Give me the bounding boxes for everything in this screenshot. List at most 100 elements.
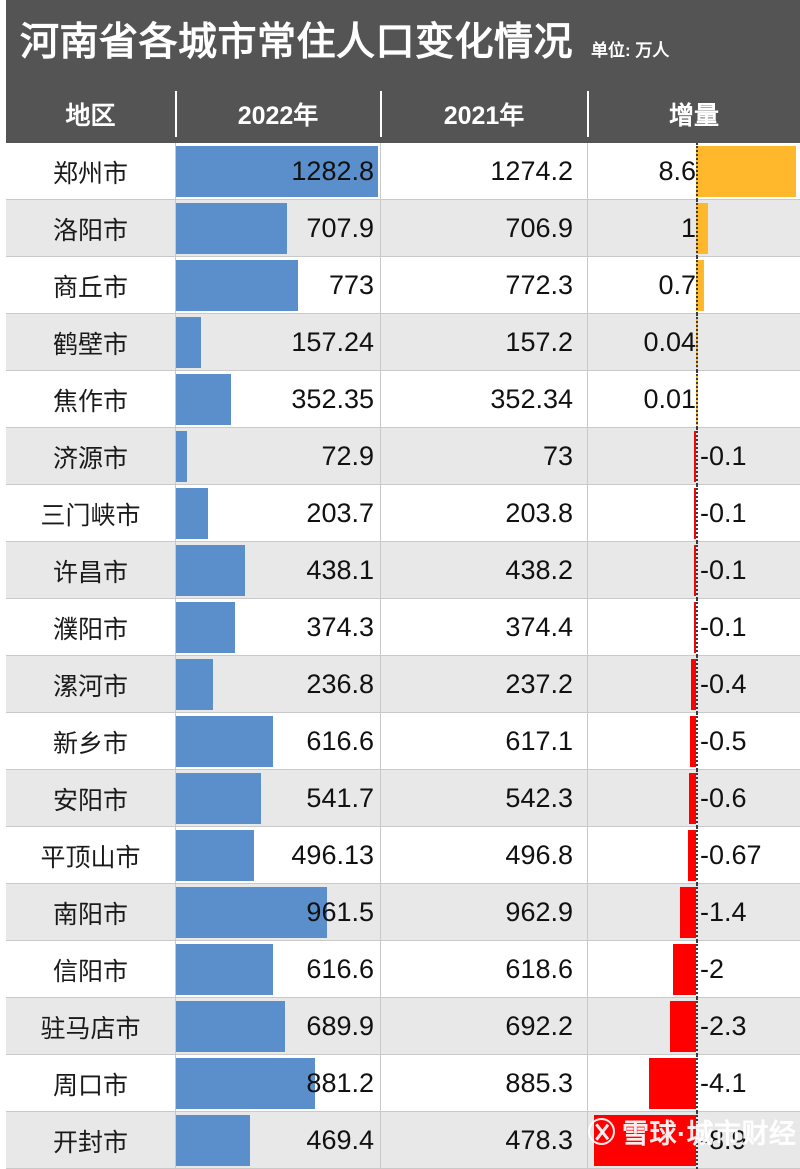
bar-delta-negative: [688, 830, 696, 881]
cell-2021: 496.8: [381, 827, 587, 884]
value-2021: 438.2: [505, 555, 573, 585]
value-delta: 1: [680, 213, 696, 243]
column-divider: [380, 428, 381, 485]
bar-2022: [176, 602, 235, 653]
value-2021: 618.6: [505, 954, 573, 984]
zero-axis-line: [696, 1055, 698, 1112]
bar-2022: [176, 1115, 250, 1166]
cell-2021: 617.1: [381, 713, 587, 770]
cell-region: 濮阳市: [52, 615, 128, 644]
column-divider: [380, 1112, 381, 1169]
value-delta: -0.1: [700, 441, 747, 471]
cell-region: 焦作市: [52, 387, 128, 416]
zero-axis-line: [696, 1112, 698, 1169]
column-divider: [380, 599, 381, 656]
cell-delta: 0.7: [588, 257, 800, 314]
value-delta: 0.04: [643, 327, 696, 357]
cell-region: 郑州市: [52, 159, 128, 188]
column-divider: [175, 257, 176, 314]
cell-2022: 541.7: [176, 770, 380, 827]
value-2022: 236.8: [306, 669, 374, 699]
column-divider: [587, 770, 588, 827]
bar-2022: [176, 1001, 285, 1052]
bar-delta-positive: [696, 146, 796, 197]
cell-region: 漯河市: [52, 672, 128, 701]
cell-delta: -0.1: [588, 599, 800, 656]
zero-axis-line: [696, 713, 698, 770]
table-row: 周口市 881.2 885.3 -4.1: [6, 1055, 800, 1112]
value-2021: 352.34: [490, 384, 573, 414]
cell-2021: 1274.2: [381, 143, 587, 200]
cell-region: 三门峡市: [40, 501, 141, 530]
bar-delta-negative: [669, 1001, 696, 1052]
column-divider: [587, 1112, 588, 1169]
value-2021: 203.8: [505, 498, 573, 528]
table-row: 郑州市 1282.8 1274.2 8.6: [6, 143, 800, 200]
table-row: 南阳市 961.5 962.9 -1.4: [6, 884, 800, 941]
table-row: 信阳市 616.6 618.6 -2: [6, 941, 800, 998]
zero-axis-line: [696, 884, 698, 941]
column-divider: [587, 656, 588, 713]
value-2022: 157.24: [291, 327, 374, 357]
value-2022: 72.9: [321, 441, 374, 471]
column-divider: [380, 1055, 381, 1112]
cell-2021: 73: [381, 428, 587, 485]
cell-2021: 203.8: [381, 485, 587, 542]
bar-2022: [176, 203, 288, 254]
cell-2022: 961.5: [176, 884, 380, 941]
column-divider: [175, 656, 176, 713]
cell-region: 平顶山市: [40, 843, 141, 872]
bar-2022: [176, 1058, 315, 1109]
column-divider: [380, 941, 381, 998]
value-delta: -1.4: [700, 897, 747, 927]
value-2021: 617.1: [505, 726, 573, 756]
column-divider: [380, 542, 381, 599]
cell-delta: -0.6: [588, 770, 800, 827]
cell-delta: -2.3: [588, 998, 800, 1055]
cell-delta: -0.1: [588, 428, 800, 485]
column-divider: [380, 998, 381, 1055]
cell-2021: 692.2: [381, 998, 587, 1055]
value-delta: -0.1: [700, 498, 747, 528]
value-delta: -2: [700, 954, 725, 984]
bar-delta-negative: [594, 1115, 696, 1166]
value-2021: 478.3: [505, 1125, 573, 1155]
cell-2021: 962.9: [381, 884, 587, 941]
table-row: 漯河市 236.8 237.2 -0.4: [6, 656, 800, 713]
column-divider: [380, 200, 381, 257]
value-2022: 438.1: [306, 555, 374, 585]
zero-axis-line: [696, 371, 698, 428]
column-divider: [380, 770, 381, 827]
value-2021: 73: [542, 441, 573, 471]
cell-delta: -4.1: [588, 1055, 800, 1112]
column-divider: [587, 827, 588, 884]
cell-2021: 374.4: [381, 599, 587, 656]
bar-2022: [176, 659, 214, 710]
cell-2021: 237.2: [381, 656, 587, 713]
column-divider: [587, 371, 588, 428]
value-2022: 616.6: [306, 954, 374, 984]
table-row: 商丘市 773 772.3 0.7: [6, 257, 800, 314]
value-delta: -0.1: [700, 612, 747, 642]
column-divider: [175, 998, 176, 1055]
cell-region: 新乡市: [52, 729, 128, 758]
cell-2021: 772.3: [381, 257, 587, 314]
table-row: 洛阳市 707.9 706.9 1: [6, 200, 800, 257]
bar-delta-negative: [689, 773, 696, 824]
column-divider: [587, 314, 588, 371]
zero-axis-line: [696, 200, 698, 257]
cell-2021: 478.3: [381, 1112, 587, 1169]
table-row: 三门峡市 203.7 203.8 -0.1: [6, 485, 800, 542]
cell-region: 南阳市: [52, 900, 128, 929]
column-divider: [175, 599, 176, 656]
column-divider: [380, 257, 381, 314]
cell-delta: -0.4: [588, 656, 800, 713]
column-divider: [175, 1112, 176, 1169]
value-2021: 1274.2: [490, 156, 573, 186]
table-row: 安阳市 541.7 542.3 -0.6: [6, 770, 800, 827]
value-2021: 374.4: [505, 612, 573, 642]
table-row: 鹤壁市 157.24 157.2 0.04: [6, 314, 800, 371]
cell-2022: 203.7: [176, 485, 380, 542]
cell-2022: 72.9: [176, 428, 380, 485]
zero-axis-line: [696, 998, 698, 1055]
